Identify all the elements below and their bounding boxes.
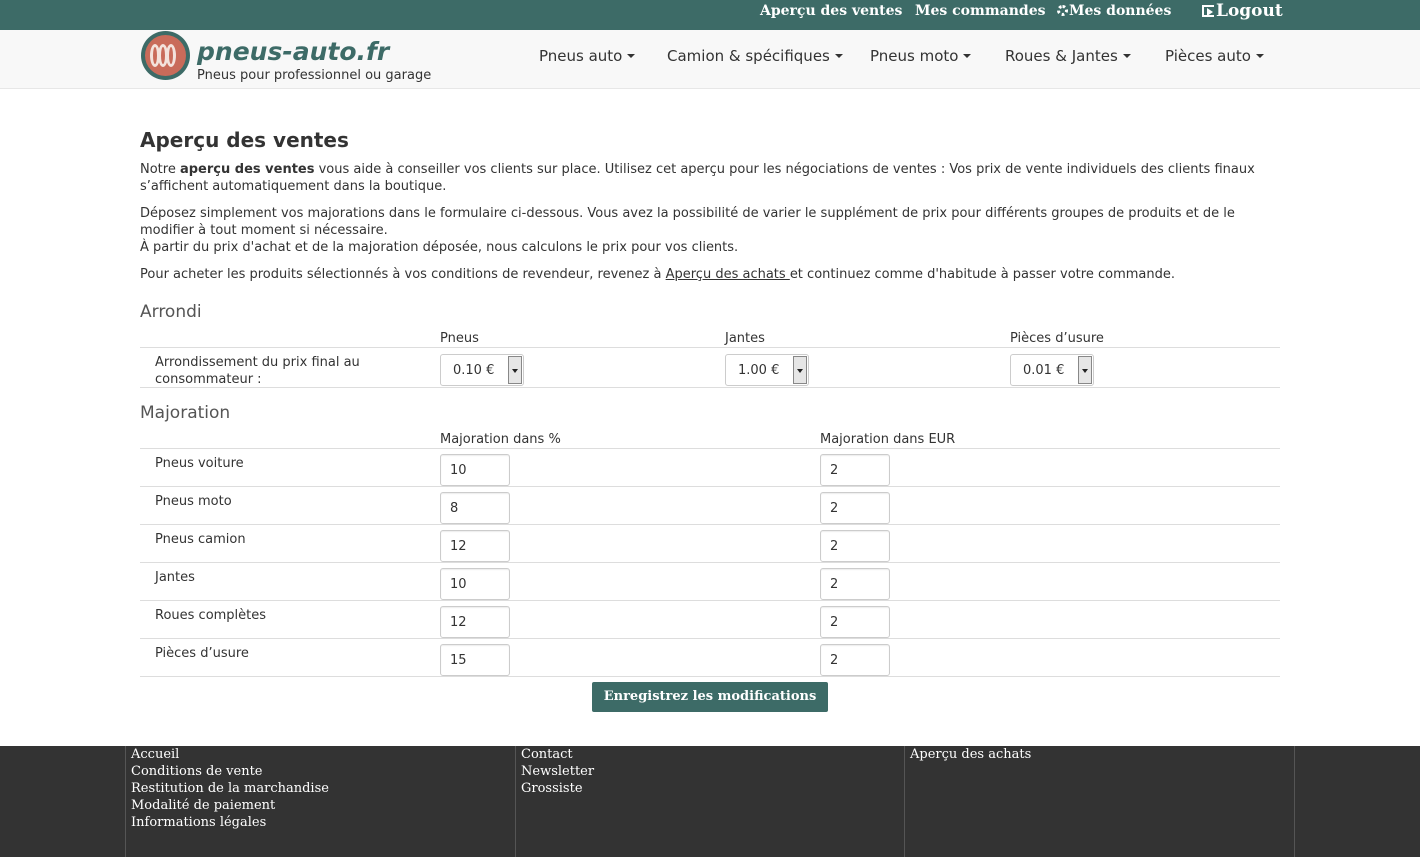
nav-roues-jantes[interactable]: Roues & Jantes bbox=[1005, 47, 1131, 65]
nav-label: Pneus auto bbox=[539, 47, 623, 65]
markup-eur-input[interactable]: 2 bbox=[820, 492, 890, 524]
rounding-col-tyres: Pneus bbox=[440, 331, 479, 346]
divider bbox=[140, 387, 1280, 388]
caret-down-icon bbox=[963, 54, 972, 58]
nav-camion[interactable]: Camion & spécifiques bbox=[667, 47, 843, 65]
markup-row-label: Pneus camion bbox=[155, 532, 246, 547]
tyre-logo-icon[interactable] bbox=[141, 31, 190, 80]
brand-tagline: Pneus pour professionnel ou garage bbox=[197, 68, 432, 83]
rounding-rims-select[interactable]: 1.00 € bbox=[725, 354, 809, 386]
rounding-col-wear: Pièces d’usure bbox=[1010, 331, 1104, 346]
markup-eur-input[interactable]: 2 bbox=[820, 530, 890, 562]
chevron-down-icon[interactable] bbox=[1078, 356, 1092, 384]
markup-row-label: Pneus voiture bbox=[155, 456, 244, 471]
divider bbox=[140, 638, 1280, 639]
rounding-wear-select[interactable]: 0.01 € bbox=[1010, 354, 1094, 386]
markup-percent-input[interactable]: 8 bbox=[440, 492, 510, 524]
logout-link[interactable]: Logout bbox=[1202, 1, 1283, 21]
markup-section-title: Majoration bbox=[140, 403, 231, 423]
intro-paragraph: Notre aperçu des ventes vous aide à cons… bbox=[140, 162, 1255, 194]
footer-column: Contact Newsletter Grossiste bbox=[515, 746, 904, 857]
markup-col-percent: Majoration dans % bbox=[440, 432, 561, 447]
footer-link-wholesaler[interactable]: Grossiste bbox=[521, 781, 583, 796]
footer-column: Accueil Conditions de vente Restitution … bbox=[125, 746, 515, 857]
rounding-tyres-select[interactable]: 0.10 € bbox=[440, 354, 524, 386]
divider bbox=[140, 347, 1280, 348]
divider bbox=[140, 486, 1280, 487]
brand-name[interactable]: pneus-auto.fr bbox=[197, 37, 389, 66]
nav-label: Camion & spécifiques bbox=[667, 47, 830, 65]
purchase-overview-link[interactable]: Aperçu des achats bbox=[666, 267, 790, 282]
caret-down-icon bbox=[834, 54, 843, 58]
nav-pieces-auto[interactable]: Pièces auto bbox=[1165, 47, 1264, 65]
footer-link-home[interactable]: Accueil bbox=[131, 747, 179, 762]
footer-link-newsletter[interactable]: Newsletter bbox=[521, 764, 594, 779]
divider bbox=[140, 524, 1280, 525]
footer-link-contact[interactable]: Contact bbox=[521, 747, 573, 762]
nav-pneus-auto[interactable]: Pneus auto bbox=[539, 47, 636, 65]
footer-link-returns[interactable]: Restitution de la marchandise bbox=[131, 781, 329, 796]
rounding-section-title: Arrondi bbox=[140, 302, 202, 322]
topbar-my-orders-link[interactable]: Mes commandes bbox=[915, 3, 1045, 19]
gear-icon bbox=[1057, 5, 1068, 16]
chevron-down-icon[interactable] bbox=[793, 356, 807, 384]
top-bar: Aperçu des ventes Mes commandes Mes donn… bbox=[0, 0, 1420, 30]
nav-label: Pièces auto bbox=[1165, 47, 1251, 65]
markup-row-label: Jantes bbox=[155, 570, 195, 585]
my-data-label: Mes données bbox=[1069, 3, 1172, 19]
caret-down-icon bbox=[1122, 54, 1131, 58]
divider bbox=[140, 676, 1280, 677]
footer-link-purchase-overview[interactable]: Aperçu des achats bbox=[910, 747, 1031, 762]
footer-link-payment[interactable]: Modalité de paiement bbox=[131, 798, 275, 813]
caret-down-icon bbox=[1255, 54, 1264, 58]
topbar-my-data-link[interactable]: Mes données bbox=[1057, 3, 1171, 19]
purchase-paragraph: Pour acheter les produits sélectionnés à… bbox=[140, 267, 1175, 282]
rounding-row-label: Arrondissement du prix final au consomma… bbox=[155, 355, 360, 387]
markup-percent-input[interactable]: 12 bbox=[440, 530, 510, 562]
caret-down-icon bbox=[627, 54, 636, 58]
nav-label: Roues & Jantes bbox=[1005, 47, 1118, 65]
markup-row-label: Pneus moto bbox=[155, 494, 232, 509]
footer-link-legal[interactable]: Informations légales bbox=[131, 815, 266, 830]
nav-label: Pneus moto bbox=[870, 47, 959, 65]
chevron-down-icon[interactable] bbox=[508, 356, 522, 384]
markup-percent-input[interactable]: 15 bbox=[440, 644, 510, 676]
save-changes-button[interactable]: Enregistrez les modifications bbox=[592, 682, 828, 712]
markup-eur-input[interactable]: 2 bbox=[820, 644, 890, 676]
divider bbox=[140, 600, 1280, 601]
instructions-paragraph: Déposez simplement vos majorations dans … bbox=[140, 206, 1235, 255]
markup-col-eur: Majoration dans EUR bbox=[820, 432, 956, 447]
nav-pneus-moto[interactable]: Pneus moto bbox=[870, 47, 972, 65]
divider bbox=[140, 448, 1280, 449]
site-footer: Accueil Conditions de vente Restitution … bbox=[0, 746, 1420, 857]
topbar-sales-overview-link[interactable]: Aperçu des ventes bbox=[760, 3, 902, 19]
markup-eur-input[interactable]: 2 bbox=[820, 454, 890, 486]
markup-percent-input[interactable]: 10 bbox=[440, 568, 510, 600]
rounding-col-rims: Jantes bbox=[725, 331, 765, 346]
logout-icon bbox=[1202, 5, 1214, 17]
markup-percent-input[interactable]: 10 bbox=[440, 454, 510, 486]
markup-eur-input[interactable]: 2 bbox=[820, 568, 890, 600]
markup-row-label: Pièces d’usure bbox=[155, 646, 249, 661]
markup-row-label: Roues complètes bbox=[155, 608, 267, 623]
markup-percent-input[interactable]: 12 bbox=[440, 606, 510, 638]
site-header: pneus-auto.fr Pneus pour professionnel o… bbox=[0, 30, 1420, 89]
divider bbox=[140, 562, 1280, 563]
footer-column: Aperçu des achats bbox=[904, 746, 1295, 857]
footer-link-terms[interactable]: Conditions de vente bbox=[131, 764, 263, 779]
page-title: Aperçu des ventes bbox=[140, 128, 349, 152]
logout-label: Logout bbox=[1216, 1, 1283, 21]
markup-eur-input[interactable]: 2 bbox=[820, 606, 890, 638]
